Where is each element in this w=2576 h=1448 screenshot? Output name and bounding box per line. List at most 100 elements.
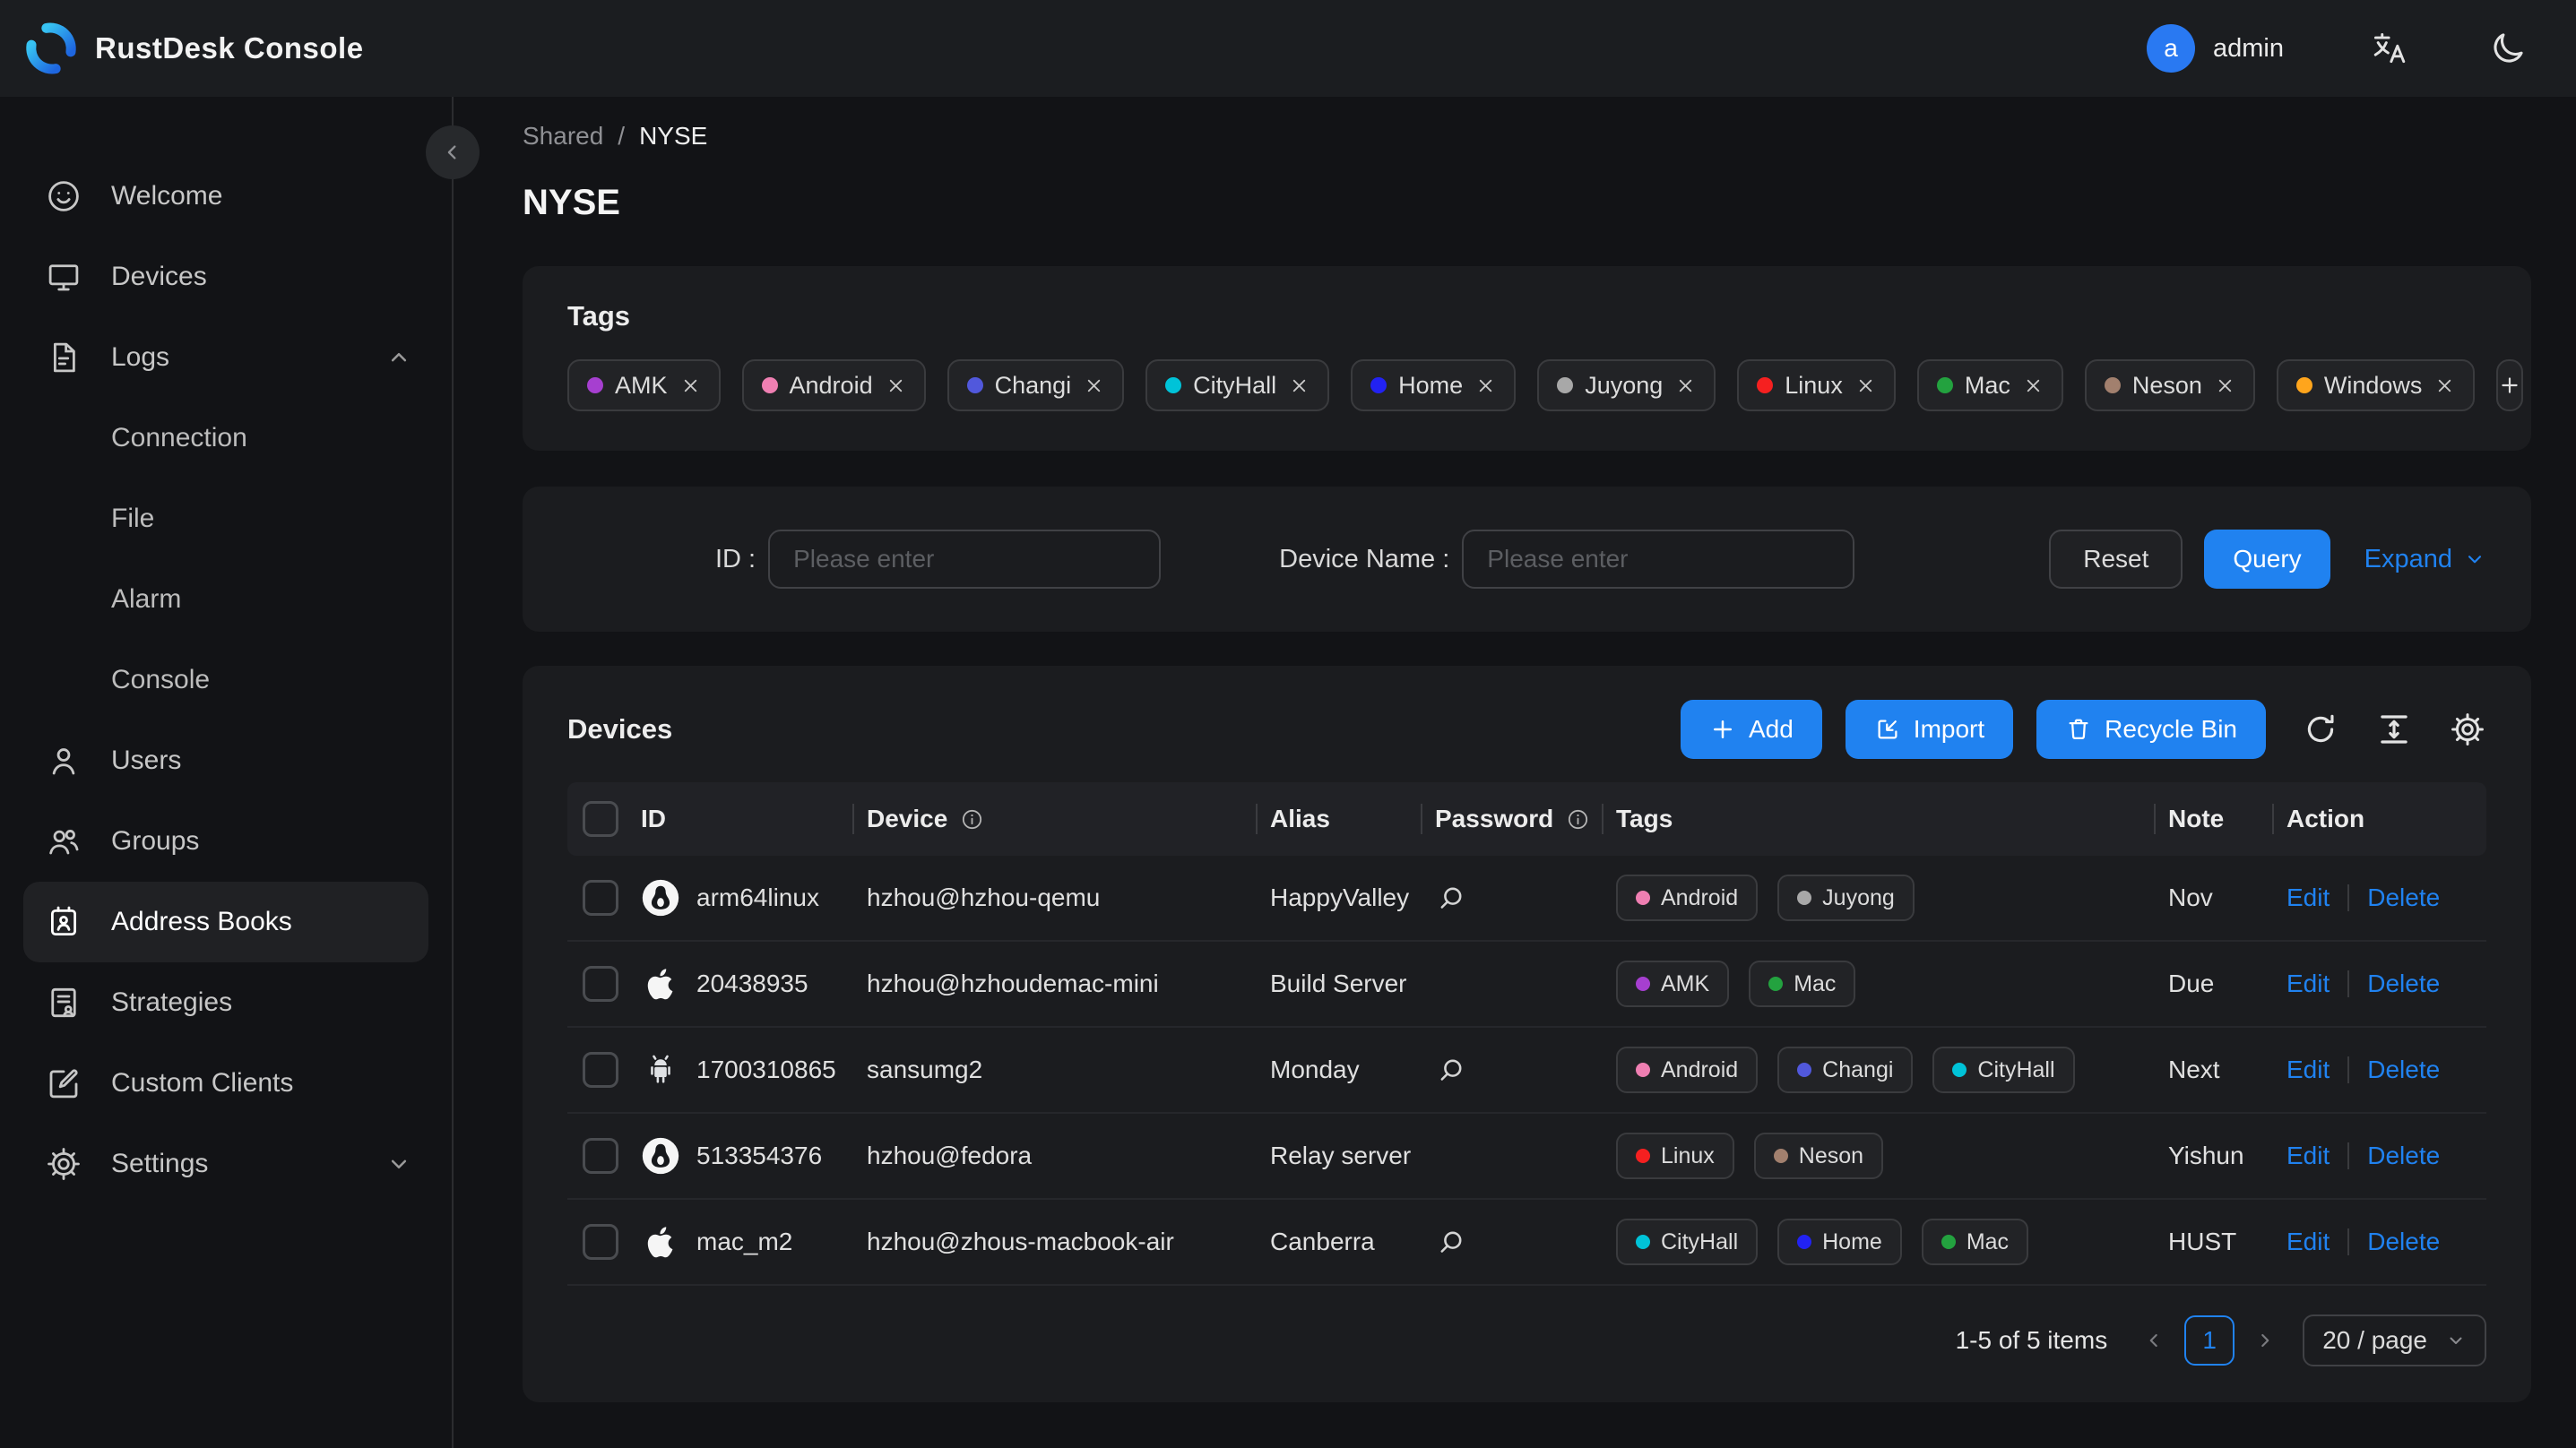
tag-color-dot — [587, 377, 603, 393]
delete-link[interactable]: Delete — [2367, 1142, 2440, 1170]
column-settings-gear-icon[interactable] — [2449, 711, 2486, 748]
sidebar-item-alarm[interactable]: Alarm — [0, 559, 452, 640]
edit-link[interactable]: Edit — [2286, 1228, 2330, 1256]
sidebar-item-logs[interactable]: Logs — [0, 317, 452, 398]
username[interactable]: admin — [2213, 34, 2284, 64]
sidebar-item-connection[interactable]: Connection — [0, 398, 452, 478]
expand-toggle[interactable]: Expand — [2364, 545, 2486, 574]
action-divider — [2347, 884, 2350, 911]
sidebar-item-settings[interactable]: Settings — [0, 1124, 452, 1204]
sidebar-item-strategies[interactable]: Strategies — [0, 962, 452, 1043]
tags-card: Tags AMK Android Changi CityHall Home Ju… — [523, 266, 2531, 451]
delete-link[interactable]: Delete — [2367, 883, 2440, 912]
close-icon[interactable] — [680, 375, 701, 396]
sidebar-item-devices[interactable]: Devices — [0, 237, 452, 317]
device-name-input[interactable] — [1462, 530, 1855, 589]
close-icon[interactable] — [1675, 375, 1696, 396]
row-checkbox[interactable] — [583, 880, 618, 916]
reset-button[interactable]: Reset — [2049, 530, 2183, 589]
breadcrumb-shared[interactable]: Shared — [523, 122, 603, 151]
tag-chip-android[interactable]: Android — [741, 359, 926, 411]
language-icon[interactable] — [2370, 29, 2409, 68]
tag-chip-linux[interactable]: Linux — [1737, 359, 1896, 411]
close-icon[interactable] — [1475, 375, 1496, 396]
sidebar-item-welcome[interactable]: Welcome — [0, 156, 452, 237]
sidebar-item-console[interactable]: Console — [0, 640, 452, 720]
close-icon[interactable] — [2215, 375, 2235, 396]
apple-icon — [641, 964, 680, 1004]
id-label: ID : — [715, 544, 756, 573]
row-checkbox[interactable] — [583, 1224, 618, 1260]
info-icon[interactable] — [960, 807, 984, 832]
device-alias: Canberra — [1270, 1228, 1375, 1255]
close-icon[interactable] — [2023, 375, 2044, 396]
add-button[interactable]: Add — [1680, 700, 1822, 759]
add-tag-button[interactable] — [2496, 359, 2524, 411]
info-icon[interactable] — [1566, 807, 1590, 832]
sidebar-item-groups[interactable]: Groups — [0, 801, 452, 882]
tag-chip-cityhall[interactable]: CityHall — [1145, 359, 1330, 411]
next-page-icon[interactable] — [2249, 1324, 2281, 1357]
sidebar-collapse-button[interactable] — [426, 125, 480, 179]
device-tag: Mac — [1921, 1219, 2029, 1265]
close-icon[interactable] — [2434, 375, 2455, 396]
page-size-select[interactable]: 20 / page — [2303, 1314, 2486, 1366]
tag-chip-neson[interactable]: Neson — [2084, 359, 2255, 411]
edit-link[interactable]: Edit — [2286, 883, 2330, 912]
tag-chip-juyong[interactable]: Juyong — [1537, 359, 1716, 411]
close-icon[interactable] — [1855, 375, 1876, 396]
sidebar-item-label: Settings — [111, 1149, 209, 1178]
prev-page-icon[interactable] — [2138, 1324, 2170, 1357]
recycle-bin-button[interactable]: Recycle Bin — [2036, 700, 2266, 759]
edit-square-icon — [45, 1064, 82, 1102]
action-divider — [2347, 1056, 2350, 1083]
tag-label: Linux — [1785, 371, 1843, 399]
edit-link[interactable]: Edit — [2286, 1142, 2330, 1170]
delete-link[interactable]: Delete — [2367, 970, 2440, 998]
tag-chip-windows[interactable]: Windows — [2276, 359, 2476, 411]
row-checkbox[interactable] — [583, 1138, 618, 1174]
id-input[interactable] — [768, 530, 1162, 589]
select-all-checkbox[interactable] — [583, 801, 618, 837]
dark-mode-icon[interactable] — [2488, 29, 2528, 68]
device-tag: Mac — [1749, 961, 1856, 1007]
delete-link[interactable]: Delete — [2367, 1228, 2440, 1256]
pagination: 1-5 of 5 items 1 20 / page — [567, 1314, 2486, 1366]
password-search-icon[interactable] — [1435, 1054, 1467, 1086]
password-search-icon[interactable] — [1435, 1226, 1467, 1258]
page-number[interactable]: 1 — [2184, 1315, 2235, 1366]
tags-card-title: Tags — [567, 300, 631, 332]
refresh-icon[interactable] — [2302, 711, 2339, 748]
tag-chip-mac[interactable]: Mac — [1916, 359, 2063, 411]
column-header-note: Note — [2168, 805, 2225, 832]
avatar[interactable]: a — [2147, 24, 2195, 73]
sidebar-item-label: Strategies — [111, 987, 233, 1017]
close-icon[interactable] — [886, 375, 906, 396]
device-note: HUST — [2168, 1228, 2237, 1255]
main-content: Shared / NYSE NYSE Tags AMK Android Chan… — [454, 97, 2576, 1448]
device-id: 1700310865 — [696, 1056, 836, 1083]
sidebar-item-custom-clients[interactable]: Custom Clients — [0, 1043, 452, 1124]
edit-link[interactable]: Edit — [2286, 970, 2330, 998]
import-button[interactable]: Import — [1845, 700, 2014, 759]
close-icon[interactable] — [1084, 375, 1104, 396]
sidebar-item-file[interactable]: File — [0, 478, 452, 559]
delete-link[interactable]: Delete — [2367, 1056, 2440, 1084]
breadcrumb: Shared / NYSE — [523, 122, 2531, 151]
tag-chip-amk[interactable]: AMK — [567, 359, 721, 411]
password-search-icon[interactable] — [1435, 882, 1467, 914]
close-icon[interactable] — [1289, 375, 1310, 396]
edit-link[interactable]: Edit — [2286, 1056, 2330, 1084]
tag-chip-home[interactable]: Home — [1351, 359, 1517, 411]
sidebar-item-address-books[interactable]: Address Books — [23, 882, 428, 962]
tag-chip-changi[interactable]: Changi — [947, 359, 1125, 411]
device-tag: Android — [1616, 875, 1759, 921]
row-checkbox[interactable] — [583, 1052, 618, 1088]
device-alias: Monday — [1270, 1056, 1360, 1083]
row-checkbox[interactable] — [583, 966, 618, 1002]
tag-label: Neson — [2131, 371, 2202, 399]
sidebar-item-users[interactable]: Users — [0, 720, 452, 801]
row-height-icon[interactable] — [2375, 711, 2413, 748]
query-button[interactable]: Query — [2204, 530, 2330, 589]
sidebar-item-label: Logs — [111, 342, 170, 372]
